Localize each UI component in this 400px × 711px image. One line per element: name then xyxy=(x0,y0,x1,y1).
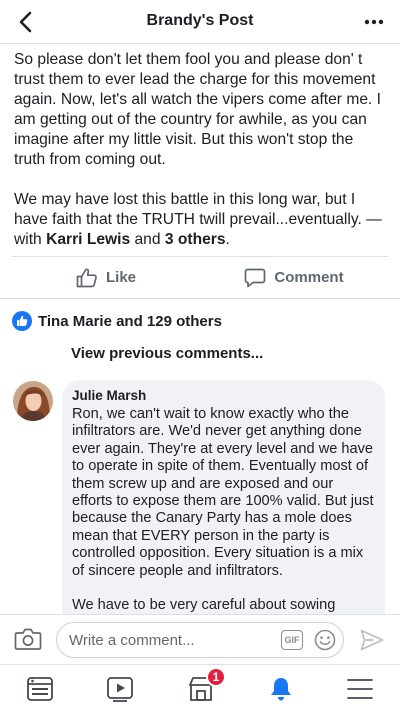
smiley-icon xyxy=(314,629,336,651)
emoji-button[interactable] xyxy=(314,629,336,651)
comment-bubble: Julie Marsh Ron, we can't wait to know e… xyxy=(62,380,385,630)
gif-button[interactable]: GIF xyxy=(281,630,303,650)
comment-paragraph: Ron, we can't wait to know exactly who t… xyxy=(72,406,374,579)
send-button[interactable] xyxy=(359,628,385,652)
comment-button[interactable]: Comment xyxy=(200,257,388,298)
post-action-bar: Like Comment xyxy=(12,256,388,298)
tagged-others-link[interactable]: 3 others xyxy=(165,231,226,248)
camera-button[interactable] xyxy=(14,627,42,653)
comment-text: Ron, we can't wait to know exactly who t… xyxy=(72,406,375,615)
page-title: Brandy's Post xyxy=(146,12,254,29)
camera-icon xyxy=(14,628,42,650)
comment-author[interactable]: Julie Marsh xyxy=(72,387,375,404)
tab-watch[interactable] xyxy=(105,675,135,703)
reactions-count: Tina Marie and 129 others xyxy=(38,312,222,330)
video-play-icon xyxy=(107,677,133,702)
and-text: and xyxy=(130,231,165,248)
comment-paragraph: We have to be very careful about sowing xyxy=(72,597,336,614)
hamburger-menu-icon xyxy=(347,679,373,699)
thumbs-up-icon xyxy=(76,268,97,287)
comment-bubble-icon xyxy=(245,268,266,287)
comment-label: Comment xyxy=(274,269,344,286)
bottom-tab-bar: 1 xyxy=(0,664,400,711)
view-previous-comments-link[interactable]: View previous comments... xyxy=(71,345,263,362)
like-reaction-icon xyxy=(12,311,32,331)
reactions-summary[interactable]: Tina Marie and 129 others xyxy=(12,310,222,332)
tab-notifications[interactable] xyxy=(266,675,296,703)
more-options-button[interactable] xyxy=(360,10,388,34)
tab-news-feed[interactable] xyxy=(25,675,55,703)
post-paragraph: So please don't let them fool you and pl… xyxy=(14,51,381,168)
tab-marketplace[interactable]: 1 xyxy=(186,667,226,703)
more-dots-icon xyxy=(364,19,384,25)
post-paragraph: We may have lost this battle in this lon… xyxy=(14,190,388,250)
like-button[interactable]: Like xyxy=(12,257,200,298)
period-text: . xyxy=(225,231,230,248)
like-label: Like xyxy=(105,269,136,286)
avatar[interactable] xyxy=(13,381,53,421)
post-text: So please don't let them fool you and pl… xyxy=(14,50,388,270)
comment-placeholder: Write a comment... xyxy=(69,632,195,649)
comment-input[interactable]: Write a comment... GIF xyxy=(56,622,344,658)
top-nav-bar: Brandy's Post xyxy=(0,0,400,44)
notification-badge: 1 xyxy=(206,667,226,687)
tab-menu[interactable] xyxy=(345,675,375,703)
profile-photo-icon xyxy=(13,381,53,421)
divider xyxy=(0,298,400,299)
tagged-person-link[interactable]: Karri Lewis xyxy=(46,231,130,248)
send-arrow-icon xyxy=(360,629,384,651)
comment-composer: Write a comment... GIF xyxy=(0,614,400,664)
news-feed-icon xyxy=(27,677,53,701)
bell-icon xyxy=(271,678,291,701)
